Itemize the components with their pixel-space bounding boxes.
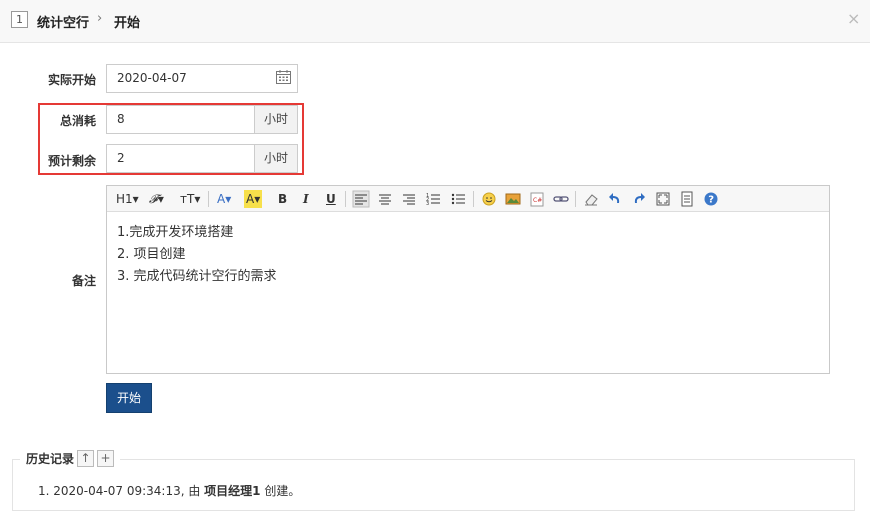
italic-button[interactable]: I bbox=[303, 190, 309, 208]
align-center-icon[interactable] bbox=[377, 190, 393, 208]
undo-icon[interactable] bbox=[607, 190, 623, 208]
toolbar-divider bbox=[575, 191, 576, 207]
comment-editor[interactable]: H1▾ 𝓕▾ тT▾ A▾ A▾ B I U 123 C# ? 1.完成开发环境… bbox=[106, 185, 830, 374]
svg-text:?: ? bbox=[708, 195, 714, 206]
font-family-button[interactable]: 𝓕▾ bbox=[149, 190, 164, 208]
toolbar-divider bbox=[473, 191, 474, 207]
emoji-icon[interactable] bbox=[481, 190, 497, 208]
history-entry-prefix: 1. 2020-04-07 09:34:13, 由 bbox=[38, 484, 205, 498]
fullscreen-icon[interactable] bbox=[655, 190, 671, 208]
image-icon[interactable] bbox=[505, 190, 521, 208]
underline-button[interactable]: U bbox=[326, 190, 336, 208]
eraser-icon[interactable] bbox=[583, 190, 599, 208]
bold-button[interactable]: B bbox=[278, 190, 287, 208]
code-icon[interactable]: C# bbox=[529, 190, 545, 208]
redo-icon[interactable] bbox=[631, 190, 647, 208]
editor-toolbar: H1▾ 𝓕▾ тT▾ A▾ A▾ B I U 123 C# ? bbox=[107, 186, 829, 212]
comment-line: 1.完成开发环境搭建 bbox=[117, 225, 234, 240]
page-title: 开始 bbox=[114, 16, 141, 31]
background-color-button[interactable]: A▾ bbox=[244, 190, 263, 208]
comment-line: 2. 项目创建 bbox=[117, 247, 186, 262]
calendar-icon[interactable] bbox=[276, 70, 291, 84]
comment-line: 3. 完成代码统计空行的需求 bbox=[117, 269, 277, 284]
svg-text:3: 3 bbox=[426, 201, 429, 207]
font-color-button[interactable]: A▾ bbox=[217, 190, 231, 208]
history-entry-actor: 项目经理1 bbox=[204, 484, 261, 498]
task-name[interactable]: 统计空行 bbox=[37, 12, 89, 31]
actual-start-input[interactable]: 2020-04-07 bbox=[106, 64, 298, 93]
breadcrumb-separator: › bbox=[97, 11, 103, 26]
history-entry-suffix: 创建。 bbox=[260, 484, 301, 498]
toolbar-divider bbox=[345, 191, 346, 207]
actual-start-label: 实际开始 bbox=[47, 73, 96, 87]
history-title: 历史记录 bbox=[26, 452, 75, 466]
modal-header: 1 统计空行 › 开始 × bbox=[0, 0, 870, 43]
editor-content[interactable]: 1.完成开发环境搭建 2. 项目创建 3. 完成代码统计空行的需求 bbox=[117, 222, 277, 288]
highlight-box bbox=[38, 103, 304, 175]
history-entry: 1. 2020-04-07 09:34:13, 由 项目经理1 创建。 bbox=[38, 482, 300, 499]
history-header: 历史记录 ↑ + bbox=[20, 449, 121, 469]
expand-history-button[interactable]: + bbox=[97, 450, 115, 467]
collapse-history-button[interactable]: ↑ bbox=[77, 450, 95, 467]
font-size-button[interactable]: тT▾ bbox=[180, 190, 200, 208]
start-button[interactable]: 开始 bbox=[106, 383, 152, 413]
ordered-list-icon[interactable]: 123 bbox=[425, 190, 441, 208]
heading-button[interactable]: H1▾ bbox=[116, 190, 139, 208]
align-right-icon[interactable] bbox=[401, 190, 417, 208]
unordered-list-icon[interactable] bbox=[450, 190, 466, 208]
close-icon[interactable]: × bbox=[847, 9, 860, 28]
svg-text:C#: C# bbox=[533, 197, 542, 204]
task-id-badge: 1 bbox=[11, 11, 28, 28]
align-left-icon[interactable] bbox=[352, 190, 370, 208]
link-icon[interactable] bbox=[553, 190, 569, 208]
comment-label: 备注 bbox=[71, 274, 96, 288]
help-icon[interactable]: ? bbox=[703, 190, 719, 208]
toolbar-divider bbox=[208, 191, 209, 207]
template-icon[interactable] bbox=[679, 190, 695, 208]
